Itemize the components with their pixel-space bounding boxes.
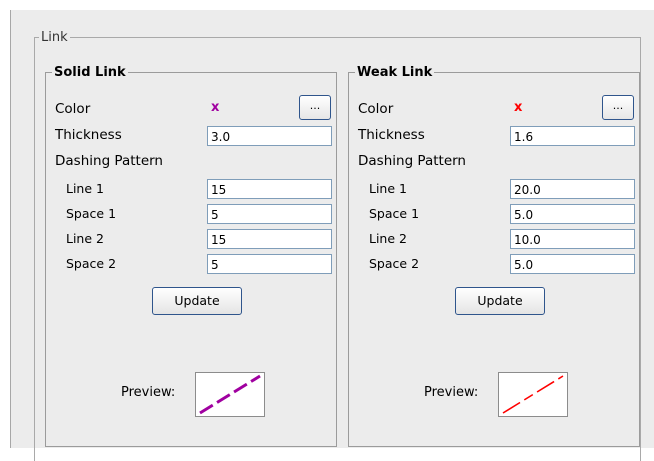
solid-update-button[interactable]: Update (152, 287, 242, 315)
solid-preview-box (195, 372, 265, 417)
weak-dashing-label: Dashing Pattern (358, 153, 466, 169)
solid-space1-label: Space 1 (66, 206, 117, 221)
solid-link-title: Solid Link (54, 65, 126, 80)
solid-line1-label: Line 1 (66, 181, 104, 196)
solid-preview-label: Preview: (121, 385, 176, 400)
weak-line2-field[interactable]: 10.0 (510, 229, 635, 249)
weak-space1-field[interactable]: 5.0 (510, 204, 635, 224)
link-section: Link Solid Link Color x ... Thickness 3.… (34, 30, 641, 461)
solid-thickness-label: Thickness (55, 127, 122, 143)
solid-color-label: Color (55, 101, 91, 117)
weak-line1-label: Line 1 (369, 181, 407, 196)
weak-line2-label: Line 2 (369, 231, 407, 246)
solid-line2-label: Line 2 (66, 231, 104, 246)
weak-color-label: Color (358, 101, 394, 117)
solid-space1-field[interactable]: 5 (207, 204, 332, 224)
solid-dashing-label: Dashing Pattern (55, 153, 163, 169)
weak-line1-field[interactable]: 20.0 (510, 179, 635, 199)
solid-link-group: Solid Link Color x ... Thickness 3.0 Das… (45, 65, 337, 447)
weak-space2-field[interactable]: 5.0 (510, 254, 635, 274)
weak-preview-box (498, 372, 568, 417)
solid-space2-label: Space 2 (66, 256, 117, 271)
solid-preview-line (199, 374, 261, 415)
weak-choose-color-button[interactable]: ... (602, 95, 634, 120)
solid-space2-field[interactable]: 5 (207, 254, 332, 274)
solid-choose-color-button[interactable]: ... (299, 95, 331, 120)
solid-line2-field[interactable]: 15 (207, 229, 332, 249)
link-section-title: Link (41, 30, 68, 45)
weak-link-title: Weak Link (357, 65, 433, 80)
weak-thickness-field[interactable]: 1.6 (510, 126, 635, 146)
solid-line1-field[interactable]: 15 (207, 179, 332, 199)
weak-update-button[interactable]: Update (455, 287, 545, 315)
solid-color-swatch: x (211, 100, 220, 115)
weak-space2-label: Space 2 (369, 256, 420, 271)
weak-preview-label: Preview: (424, 385, 479, 400)
weak-thickness-label: Thickness (358, 127, 425, 143)
panel-divider (10, 10, 11, 448)
weak-space1-label: Space 1 (369, 206, 420, 221)
weak-preview-line (502, 375, 564, 414)
weak-link-group: Weak Link Color x ... Thickness 1.6 Dash… (348, 65, 640, 447)
solid-thickness-field[interactable]: 3.0 (207, 126, 332, 146)
weak-color-swatch: x (514, 100, 523, 115)
